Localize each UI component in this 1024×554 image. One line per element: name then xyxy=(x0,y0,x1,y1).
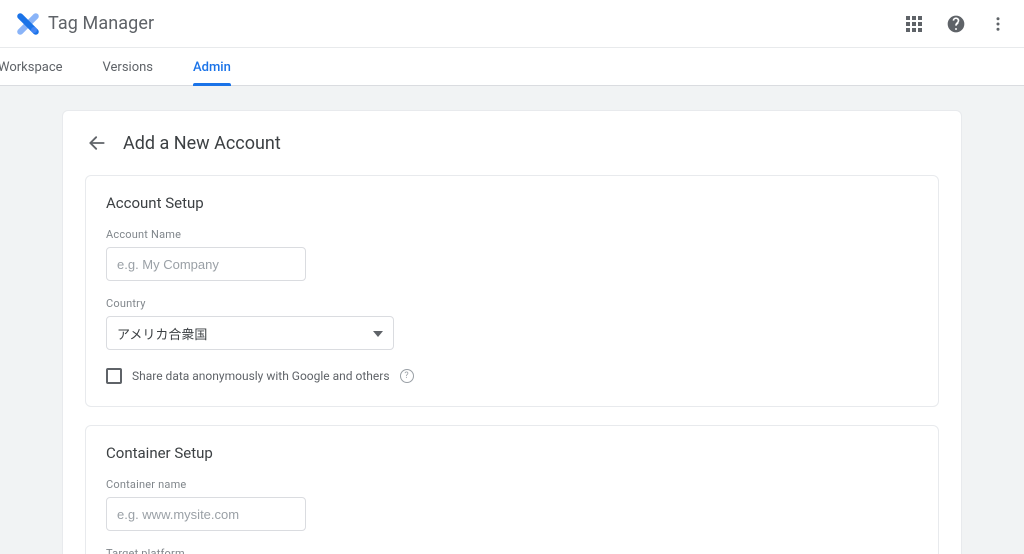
account-setup-card: Account Setup Account Name Country アメリカ合… xyxy=(85,175,939,407)
tab-versions[interactable]: Versions xyxy=(103,50,169,85)
account-name-label: Account Name xyxy=(106,228,918,241)
tab-admin[interactable]: Admin xyxy=(193,50,247,85)
app-header: Tag Manager xyxy=(0,0,1024,48)
page-title: Add a New Account xyxy=(123,133,281,154)
brand: Tag Manager xyxy=(16,12,154,36)
share-data-label: Share data anonymously with Google and o… xyxy=(132,369,390,383)
back-arrow-icon[interactable] xyxy=(85,131,109,155)
share-data-checkbox[interactable] xyxy=(106,368,122,384)
more-vert-icon[interactable] xyxy=(986,12,1010,36)
country-select[interactable]: アメリカ合衆国 xyxy=(106,316,394,350)
account-name-input[interactable] xyxy=(106,247,306,281)
tab-workspace[interactable]: Workspace xyxy=(0,50,79,85)
container-setup-card: Container Setup Container name Target pl… xyxy=(85,425,939,554)
tag-manager-logo-icon xyxy=(16,12,40,36)
help-icon[interactable] xyxy=(944,12,968,36)
workspace-body: Add a New Account Account Setup Account … xyxy=(0,86,1024,554)
container-name-label: Container name xyxy=(106,478,918,491)
container-setup-title: Container Setup xyxy=(106,444,918,462)
account-setup-title: Account Setup xyxy=(106,194,918,212)
product-name: Tag Manager xyxy=(48,13,154,34)
share-data-help-icon[interactable]: ? xyxy=(400,369,414,383)
header-actions xyxy=(902,12,1010,36)
country-select-value: アメリカ合衆国 xyxy=(117,324,207,343)
country-label: Country xyxy=(106,297,918,310)
container-name-input[interactable] xyxy=(106,497,306,531)
primary-tabs: Workspace Versions Admin xyxy=(0,48,1024,86)
target-platform-label: Target platform xyxy=(106,547,918,554)
chevron-down-icon xyxy=(373,326,383,341)
new-account-panel: Add a New Account Account Setup Account … xyxy=(62,110,962,554)
apps-icon[interactable] xyxy=(902,12,926,36)
panel-header: Add a New Account xyxy=(85,131,939,155)
share-data-row: Share data anonymously with Google and o… xyxy=(106,368,918,384)
